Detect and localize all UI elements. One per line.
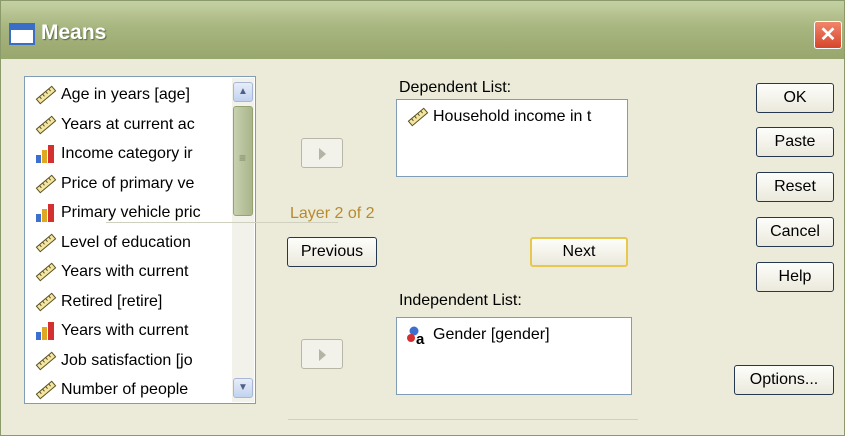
options-button[interactable]: Options...	[734, 365, 834, 395]
variable-list-item[interactable]: Years with current	[35, 260, 235, 286]
close-button[interactable]: ✕	[814, 21, 842, 49]
window-icon	[9, 23, 35, 45]
ruler-icon	[35, 351, 61, 371]
variable-list-scrollbar[interactable]: ▲ ▼	[232, 78, 254, 402]
means-dialog: Means ✕ Age in years [age] Years at curre…	[0, 0, 845, 436]
variable-list-item[interactable]: Primary vehicle pric	[35, 201, 235, 227]
dependent-list[interactable]: Household income in t	[396, 99, 628, 177]
dependent-list-label: Dependent List:	[399, 79, 512, 96]
ruler-icon	[35, 262, 61, 282]
variable-label: Price of primary ve	[61, 174, 195, 192]
window-title: Means	[41, 21, 107, 44]
bar-chart-icon	[35, 203, 61, 223]
move-to-independent-button[interactable]	[301, 339, 343, 369]
independent-list-item[interactable]: a Gender [gender]	[407, 324, 550, 348]
scroll-up-button[interactable]: ▲	[233, 82, 253, 102]
move-to-dependent-button[interactable]	[301, 138, 343, 168]
reset-button[interactable]: Reset	[756, 172, 834, 202]
variable-label: Years with current	[61, 263, 189, 280]
bar-chart-icon	[35, 321, 61, 341]
ruler-icon	[35, 380, 61, 400]
scroll-thumb[interactable]	[233, 106, 253, 216]
bar-chart-icon	[35, 144, 61, 164]
ruler-icon	[407, 107, 433, 127]
independent-list[interactable]: a Gender [gender]	[396, 317, 632, 395]
layer-indicator: Layer 2 of 2	[290, 205, 375, 222]
variable-label: Income category ir	[61, 145, 193, 162]
ruler-icon	[35, 174, 61, 194]
variable-list-item[interactable]: Price of primary ve	[35, 172, 235, 198]
title-bar[interactable]: Means ✕	[1, 1, 844, 59]
previous-layer-button[interactable]: Previous	[287, 237, 377, 267]
svg-text:a: a	[416, 331, 425, 347]
nominal-icon: a	[407, 325, 433, 348]
variable-label: Number of people	[61, 381, 189, 398]
variable-label: Retired [retire]	[61, 292, 163, 310]
variable-list-item[interactable]: Level of education	[35, 231, 235, 257]
arrow-right-icon	[319, 349, 326, 361]
dependent-item-label: Household income in t	[433, 108, 592, 125]
ruler-icon	[35, 233, 61, 253]
help-button[interactable]: Help	[756, 262, 834, 292]
ruler-icon	[35, 85, 61, 105]
variable-list-item[interactable]: Job satisfaction [jo	[35, 349, 235, 375]
ok-button[interactable]: OK	[756, 83, 834, 113]
cancel-button[interactable]: Cancel	[756, 217, 834, 247]
variable-list-item[interactable]: Income category ir	[35, 142, 235, 168]
variable-label: Age in years [age]	[61, 86, 190, 103]
arrow-right-icon	[319, 148, 326, 160]
scroll-down-button[interactable]: ▼	[233, 378, 253, 398]
dialog-body: Age in years [age] Years at current ac Inc…	[4, 59, 842, 434]
paste-button[interactable]: Paste	[756, 127, 834, 157]
variable-list-item[interactable]: Years at current ac	[35, 113, 235, 139]
layer-divider	[106, 222, 338, 223]
variable-label: Years with current	[61, 322, 189, 339]
dependent-list-item[interactable]: Household income in t	[407, 106, 591, 128]
variable-label: Primary vehicle pric	[61, 204, 201, 221]
variable-list-item[interactable]: Retired [retire]	[35, 290, 235, 316]
variable-list-item[interactable]: Years with current	[35, 319, 235, 345]
ruler-icon	[35, 115, 61, 135]
variable-list[interactable]: Age in years [age] Years at current ac Inc…	[24, 76, 256, 404]
independent-list-label: Independent List:	[399, 292, 522, 309]
variable-list-item[interactable]: Age in years [age]	[35, 83, 235, 109]
variable-label: Job satisfaction [jo	[61, 351, 193, 369]
variable-label: Level of education	[61, 233, 191, 251]
variable-list-item[interactable]: Number of people	[35, 378, 235, 403]
next-layer-button[interactable]: Next	[530, 237, 628, 267]
independent-item-label: Gender [gender]	[433, 326, 550, 343]
ruler-icon	[35, 292, 61, 312]
variable-label: Years at current ac	[61, 115, 195, 133]
bottom-divider	[288, 419, 638, 420]
